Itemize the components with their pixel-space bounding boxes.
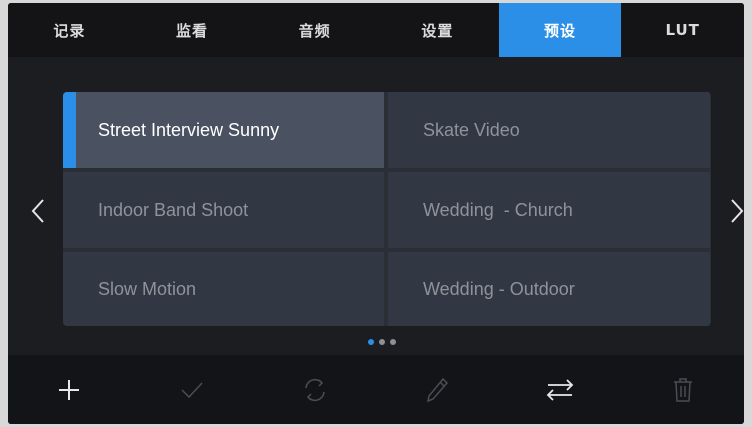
tab-lut[interactable]: LUT: [621, 3, 744, 57]
action-toolbar: [8, 355, 744, 424]
page-dot-3[interactable]: [390, 339, 396, 345]
delete-preset-button[interactable]: [621, 355, 744, 424]
preset-label: Skate Video: [423, 119, 520, 140]
preset-item[interactable]: Street Interview Sunny: [63, 92, 384, 168]
tab-record[interactable]: 记录: [8, 3, 131, 57]
selection-marker: [63, 92, 76, 168]
preset-grid: Street Interview Sunny Skate Video Indoo…: [63, 92, 711, 326]
refresh-icon: [304, 378, 325, 401]
preset-item[interactable]: Slow Motion: [63, 252, 384, 326]
chevron-left-icon: [31, 199, 44, 223]
add-icon: [59, 379, 80, 400]
tab-setup[interactable]: 设置: [376, 3, 499, 57]
import-export-button[interactable]: [499, 355, 622, 424]
preset-item[interactable]: Indoor Band Shoot: [63, 172, 384, 248]
pencil-icon: [427, 377, 449, 402]
preset-label: Wedding - Church: [423, 199, 573, 220]
rename-preset-button[interactable]: [376, 355, 499, 424]
previous-page-button[interactable]: [28, 191, 48, 231]
preset-item[interactable]: Wedding - Outdoor: [388, 252, 710, 326]
apply-preset-button[interactable]: [131, 355, 254, 424]
trash-icon: [673, 377, 692, 402]
preset-item[interactable]: Wedding - Church: [388, 172, 710, 248]
tab-presets[interactable]: 预设: [498, 3, 622, 57]
preset-label: Street Interview Sunny: [98, 119, 280, 140]
preset-label: Slow Motion: [98, 278, 197, 299]
page-indicator: [368, 339, 396, 345]
update-preset-button[interactable]: [253, 355, 376, 424]
tab-monitor[interactable]: 监看: [131, 3, 254, 57]
tab-audio[interactable]: 音频: [253, 3, 376, 57]
page-dot-2[interactable]: [379, 339, 385, 345]
camera-screen: 记录 监看 音频 设置 预设 LUT Street Interview Sunn…: [8, 3, 744, 424]
transfer-icon: [546, 378, 574, 401]
preset-item[interactable]: Skate Video: [388, 92, 710, 168]
chevron-right-icon: [731, 199, 744, 223]
tab-bar: 记录 监看 音频 设置 预设 LUT: [8, 3, 744, 57]
add-preset-button[interactable]: [8, 355, 131, 424]
preset-label: Indoor Band Shoot: [98, 199, 249, 220]
preset-label: Wedding - Outdoor: [423, 278, 575, 299]
check-icon: [181, 381, 203, 398]
next-page-button[interactable]: [727, 191, 744, 231]
page-dot-1[interactable]: [368, 339, 374, 345]
